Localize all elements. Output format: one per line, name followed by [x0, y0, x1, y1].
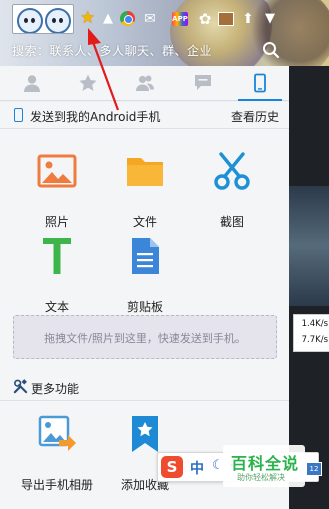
tool-label: 文件	[132, 215, 157, 229]
tool-label: 剪贴板	[126, 300, 163, 314]
gear-icon[interactable]: ✿	[197, 11, 213, 27]
send-file-button[interactable]: 文件	[100, 151, 190, 231]
header: ★ ▲ ✉ APP ✿ ⬆ ▼ 搜索：联系人、多人聊天、群、企业	[0, 0, 329, 66]
clipboard-icon	[132, 238, 159, 274]
send-text-button[interactable]: 文本	[12, 236, 102, 316]
photo-icon	[37, 154, 77, 188]
upload-icon[interactable]: ⬆	[240, 11, 256, 27]
phone-icon	[254, 73, 266, 93]
desktop-background	[289, 66, 329, 509]
more-features-header: 更多功能	[0, 374, 289, 401]
scissors-icon	[214, 152, 250, 190]
group-icon	[136, 75, 154, 91]
picture-icon[interactable]	[218, 12, 234, 26]
tool-label: 导出手机相册	[20, 478, 93, 492]
drop-zone-hint: 拖拽文件/照片到这里，快速发送到手机。	[44, 332, 246, 345]
search-icon[interactable]	[262, 41, 280, 59]
watermark-title: 百科全说	[231, 454, 300, 473]
phone-icon	[14, 108, 23, 122]
view-history-link[interactable]: 查看历史	[231, 108, 279, 125]
wrench-icon	[13, 379, 28, 394]
person-icon	[24, 75, 40, 92]
sogou-logo-icon[interactable]: S	[161, 456, 183, 478]
download-speed: 7.7K/s	[301, 335, 328, 345]
send-photo-button[interactable]: 照片	[12, 151, 102, 231]
moon-icon[interactable]: ☾	[212, 458, 224, 473]
network-speed-widget: 1.4K/s 7.7K/s	[293, 314, 329, 352]
search-bar[interactable]: 搜索：联系人、多人聊天、群、企业	[0, 36, 329, 64]
tool-label: 文本	[44, 300, 69, 314]
text-icon	[43, 238, 71, 274]
tool-label: 照片	[44, 215, 69, 229]
mail-icon[interactable]: ✉	[142, 11, 158, 27]
watermark-subtitle: 助你轻松解决	[237, 473, 285, 482]
tab-favorites[interactable]	[60, 66, 116, 100]
shirt-icon[interactable]: ▼	[262, 11, 278, 27]
main-tabs	[0, 66, 289, 101]
send-section-title: 发送到我的Android手机	[30, 110, 161, 124]
file-drop-zone[interactable]: 拖拽文件/照片到这里，快速发送到手机。	[13, 315, 277, 359]
export-album-button[interactable]: 导出手机相册	[12, 414, 102, 494]
star-icon[interactable]: ★	[80, 10, 95, 27]
tab-contacts[interactable]	[4, 66, 60, 100]
star-icon	[79, 74, 97, 91]
upload-speed: 1.4K/s	[301, 319, 328, 329]
export-album-icon	[38, 415, 76, 451]
chat-icon	[195, 75, 211, 90]
send-to-phone-header: 发送到我的Android手机 查看历史	[0, 102, 289, 129]
browser-icon[interactable]	[120, 11, 135, 26]
more-features-title: 更多功能	[31, 382, 80, 396]
ime-language-toggle[interactable]: 中	[190, 458, 204, 478]
avatar[interactable]	[12, 4, 74, 34]
app-icon[interactable]: APP	[172, 12, 188, 26]
bookmark-icon	[132, 416, 158, 452]
signal-icon[interactable]: ▲	[100, 11, 116, 27]
search-input[interactable]: 搜索：联系人、多人聊天、群、企业	[12, 42, 212, 59]
tray-icon[interactable]: 12	[306, 462, 322, 476]
tab-phone[interactable]	[232, 66, 288, 101]
watermark: 百科全说 助你轻松解决	[223, 445, 305, 487]
tab-groups[interactable]	[117, 66, 173, 100]
tool-label: 截图	[219, 215, 244, 229]
send-screenshot-button[interactable]: 截图	[187, 151, 277, 231]
folder-icon	[127, 158, 163, 186]
send-clipboard-button[interactable]: 剪贴板	[100, 236, 190, 316]
tab-messages[interactable]	[175, 66, 231, 100]
